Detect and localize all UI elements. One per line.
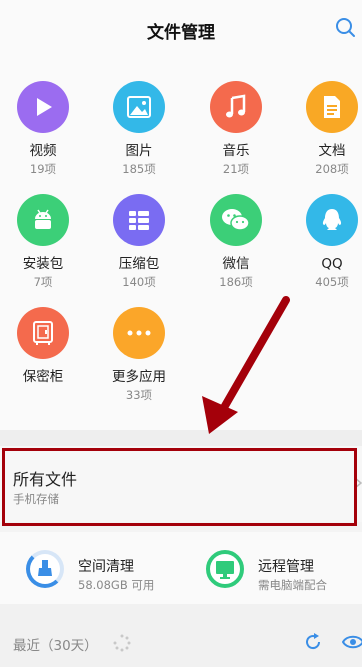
category-video[interactable]: 视频 19项 <box>0 81 88 176</box>
cleanup-title: 空间清理 <box>78 559 134 575</box>
category-count: 186项 <box>219 275 253 289</box>
category-count: 7项 <box>33 275 53 289</box>
category-images[interactable]: 图片 185项 <box>94 81 184 176</box>
category-grid: 视频 19项 图片 185项 音乐 21项 文档 208项 安装包 7项 压缩包… <box>0 56 362 430</box>
remote-ring <box>206 550 244 588</box>
space-cleanup-button[interactable]: 空间清理 58.08GB 可用 <box>26 532 186 604</box>
broom-icon <box>38 560 52 576</box>
android-icon <box>35 209 51 229</box>
wechat-circle <box>210 194 262 246</box>
category-label: 安装包 <box>22 256 64 272</box>
music-circle <box>210 81 262 133</box>
recent-label: 最近（30天） <box>13 638 98 654</box>
category-archives[interactable]: 压缩包 140项 <box>94 194 184 289</box>
category-count: 405项 <box>315 275 349 289</box>
category-label: 压缩包 <box>118 256 160 272</box>
category-count: 185项 <box>122 162 156 176</box>
safe-circle <box>17 307 69 359</box>
category-qq[interactable]: QQ 405项 <box>287 194 362 289</box>
category-count: 208项 <box>315 162 349 176</box>
remote-title: 远程管理 <box>258 559 314 575</box>
image-icon <box>127 96 151 118</box>
category-label: 视频 <box>29 143 57 159</box>
documents-circle <box>306 81 358 133</box>
category-wechat[interactable]: 微信 186项 <box>191 194 281 289</box>
remote-manage-button[interactable]: 远程管理 需电脑端配合 <box>206 532 356 604</box>
category-label: 音乐 <box>222 143 250 159</box>
page-title: 文件管理 <box>147 23 215 43</box>
category-count: 21项 <box>222 162 250 176</box>
monitor-icon <box>216 561 234 579</box>
category-label: 微信 <box>222 256 250 272</box>
wechat-icon <box>222 209 250 231</box>
category-safe[interactable]: 保密柜 <box>0 307 88 385</box>
category-count: 140项 <box>122 275 156 289</box>
play-icon <box>37 98 52 116</box>
more-apps-circle <box>113 307 165 359</box>
loading-spinner-icon <box>113 634 131 652</box>
category-count: 19项 <box>29 162 57 176</box>
category-label: 保密柜 <box>22 369 64 385</box>
archives-circle <box>113 194 165 246</box>
apk-circle <box>17 194 69 246</box>
category-count: 33项 <box>125 388 153 402</box>
category-label: 图片 <box>125 143 153 159</box>
app-header: 文件管理 <box>0 0 362 56</box>
music-note-icon <box>226 94 246 118</box>
category-label: 更多应用 <box>112 369 166 385</box>
safe-icon <box>33 321 53 345</box>
search-icon[interactable] <box>334 16 356 38</box>
images-circle <box>113 81 165 133</box>
category-more-apps[interactable]: 更多应用 33项 <box>94 307 184 402</box>
category-music[interactable]: 音乐 21项 <box>191 81 281 176</box>
highlight-box <box>2 448 357 526</box>
category-apk[interactable]: 安装包 7项 <box>0 194 88 289</box>
more-icon <box>127 330 151 336</box>
qq-circle <box>306 194 358 246</box>
tools-row: 空间清理 58.08GB 可用 远程管理 需电脑端配合 <box>0 532 362 604</box>
document-icon <box>324 96 340 118</box>
eye-icon[interactable] <box>342 634 362 650</box>
recent-section-header: 最近（30天） <box>0 604 362 667</box>
category-label: 文档 <box>318 143 346 159</box>
archive-icon <box>129 211 149 230</box>
remote-subtitle: 需电脑端配合 <box>258 578 327 592</box>
refresh-icon[interactable] <box>303 632 323 652</box>
cleanup-subtitle: 58.08GB 可用 <box>78 578 155 592</box>
cleanup-ring <box>26 550 64 588</box>
section-divider <box>0 430 362 446</box>
qq-icon <box>322 209 342 230</box>
category-documents[interactable]: 文档 208项 <box>287 81 362 176</box>
video-circle <box>17 81 69 133</box>
category-label: QQ <box>321 256 343 272</box>
